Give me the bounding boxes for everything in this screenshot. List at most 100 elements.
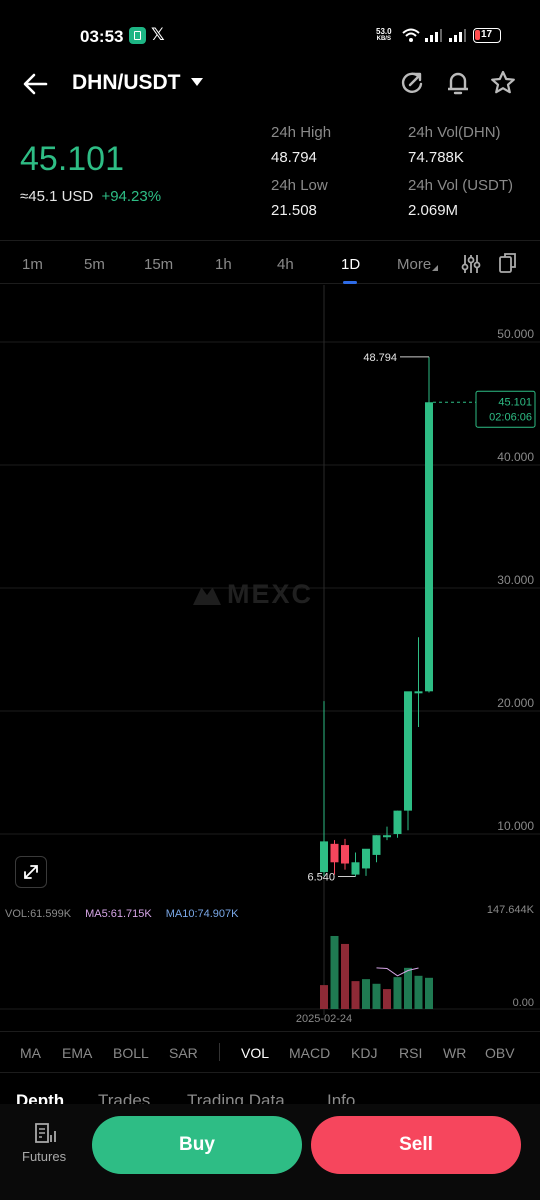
volume-bar [341,943,349,1009]
low-value: 21.508 [271,202,317,219]
volume-bar [383,989,391,1009]
net-speed: 53.0 KB/S [376,28,392,43]
tf-4h[interactable]: 4h [277,256,294,273]
battery-level: 17 [480,29,493,40]
low-label: 24h Low [271,177,328,194]
usd-value-row: ≈45.1 USD +94.23% [20,188,161,205]
vol-base-value: 74.788K [408,149,464,166]
candle-body [383,835,391,838]
net-speed-value: 53.0 [376,27,392,36]
candle-body [341,845,349,864]
app-header: DHN/USDT [0,62,540,106]
tf-1d[interactable]: 1D [341,256,360,273]
volume-bar [393,977,402,1009]
chart-settings-icon[interactable] [461,253,481,275]
sell-button[interactable]: Sell [311,1116,521,1174]
net-speed-unit: KB/S [376,36,391,42]
vol-legend-ma10: MA10:74.907K [165,908,239,920]
volume-bar [372,983,381,1009]
vol-ma5-line [376,967,419,977]
tf-15m[interactable]: 15m [144,256,173,273]
ind-kdj[interactable]: KDJ [351,1045,377,1061]
fullscreen-expand-icon[interactable] [15,856,47,888]
countdown-label: 02:06:06 [489,411,532,423]
price-axis-label: 10.000 [497,819,534,833]
tf-1m[interactable]: 1m [22,256,43,273]
volume-bar [414,975,423,1009]
futures-label[interactable]: Futures [22,1149,66,1164]
date-axis-label: 2025-02-24 [296,1013,352,1025]
volume-bar [320,985,328,1009]
ind-rsi[interactable]: RSI [399,1045,422,1061]
volume-bar [362,979,370,1009]
price-axis-label: 50.000 [497,327,534,341]
x-app-icon: 𝕏 [151,25,165,44]
battery-icon: 17 [473,28,501,43]
bell-icon[interactable] [443,68,473,98]
ind-macd[interactable]: MACD [289,1045,330,1061]
candle-body [372,835,381,855]
tf-5m[interactable]: 5m [84,256,105,273]
ticker-panel: 45.101 ≈45.1 USD +94.23% 24h High 48.794… [0,118,540,228]
price-axis-label: 20.000 [497,696,534,710]
ind-boll[interactable]: BOLL [113,1045,149,1061]
trading-pair-title[interactable]: DHN/USDT [72,71,181,95]
app-notification-icon [129,27,146,44]
price-axis-label: 40.000 [497,450,534,464]
candle-body [362,848,370,869]
ind-sar[interactable]: SAR [169,1045,198,1061]
volume-bar [425,977,433,1009]
high-value: 48.794 [271,149,317,166]
futures-icon[interactable] [33,1121,59,1145]
vol-legend-vol: VOL:61.599K [5,908,72,920]
volume-bar [351,981,360,1009]
vol-legend-ma5: MA5:61.715K [85,908,152,920]
watermark-text: MEXC [227,579,314,609]
vol-base-label: 24h Vol(DHN) [408,124,501,141]
volume-bar [330,935,339,1009]
ind-vol[interactable]: VOL [241,1045,269,1061]
ind-obv[interactable]: OBV [485,1045,515,1061]
candle-body [414,691,423,694]
status-time: 03:53 [80,27,124,46]
wifi-icon [402,28,420,42]
tf-1h[interactable]: 1h [215,256,232,273]
vol-quote-label: 24h Vol (USDT) [408,177,514,194]
candle-body [425,402,433,692]
candle-body [320,841,328,873]
vol-axis-max-label: 147.644K [487,904,535,916]
current-price-label: 45.101 [498,396,532,408]
signal-icon-2 [449,29,466,42]
more-caret-icon [432,265,438,271]
timeframe-bar: 1m 5m 15m 1h 4h 1D More [0,240,540,284]
bottom-action-bar: Futures Buy Sell [0,1104,540,1200]
usd-value: ≈45.1 USD [20,188,94,205]
volume-bar [404,967,412,1009]
high-label: 24h High [271,124,332,141]
copy-layout-icon[interactable] [498,252,518,274]
indicator-bar: MA EMA BOLL SAR VOL MACD KDJ RSI WR OBV [0,1031,540,1071]
candle-body [351,862,360,875]
mexc-watermark: MEXC [193,579,313,610]
refresh-share-icon[interactable] [397,68,427,98]
last-price: 45.101 [20,140,124,178]
price-chart[interactable]: 50.000 40.000 30.000 20.000 10.000 48.794 6.54… [0,285,540,1030]
vol-axis-min-label: 0.00 [513,997,534,1009]
change-percent: +94.23% [101,188,162,205]
ind-ema[interactable]: EMA [62,1045,92,1061]
candle-body [404,691,412,811]
chevron-down-icon[interactable] [191,78,203,86]
indicator-divider [219,1043,220,1061]
back-arrow-icon[interactable] [20,68,52,100]
vol-quote-value: 2.069M [408,202,459,219]
buy-button[interactable]: Buy [92,1116,302,1174]
price-axis-label: 30.000 [497,573,534,587]
star-icon[interactable] [488,68,518,98]
signal-icon [425,29,442,42]
volume-legend: VOL:61.599K MA5:61.715K MA10:74.907K [5,908,239,920]
ind-wr[interactable]: WR [443,1045,466,1061]
ind-ma[interactable]: MA [20,1045,41,1061]
high-marker-label: 48.794 [363,352,397,364]
low-marker-label: 6.540 [307,872,335,884]
tf-more[interactable]: More [397,256,431,273]
